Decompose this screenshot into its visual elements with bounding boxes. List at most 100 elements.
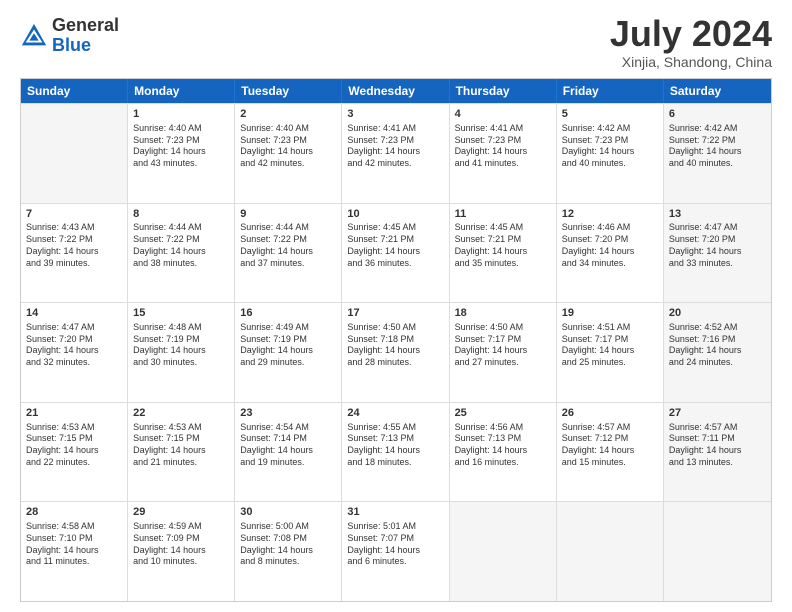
cell-info: Sunrise: 4:47 AM Sunset: 7:20 PM Dayligh… [669,222,766,269]
header-day-monday: Monday [128,79,235,103]
cell-info: Sunrise: 4:44 AM Sunset: 7:22 PM Dayligh… [133,222,229,269]
page: General Blue July 2024 Xinjia, Shandong,… [0,0,792,612]
cell-info: Sunrise: 4:57 AM Sunset: 7:12 PM Dayligh… [562,422,658,469]
calendar-cell-3-2: 23Sunrise: 4:54 AM Sunset: 7:14 PM Dayli… [235,403,342,502]
cell-info: Sunrise: 5:01 AM Sunset: 7:07 PM Dayligh… [347,521,443,568]
day-number: 20 [669,306,766,321]
calendar-row-3: 21Sunrise: 4:53 AM Sunset: 7:15 PM Dayli… [21,402,771,502]
calendar-cell-4-3: 31Sunrise: 5:01 AM Sunset: 7:07 PM Dayli… [342,502,449,601]
calendar-cell-2-6: 20Sunrise: 4:52 AM Sunset: 7:16 PM Dayli… [664,303,771,402]
day-number: 29 [133,505,229,520]
calendar-cell-1-2: 9Sunrise: 4:44 AM Sunset: 7:22 PM Daylig… [235,204,342,303]
calendar-cell-0-4: 4Sunrise: 4:41 AM Sunset: 7:23 PM Daylig… [450,104,557,203]
day-number: 28 [26,505,122,520]
calendar-row-0: 1 Sunrise: 4:40 AM Sunset: 7:23 PM Daylig… [21,103,771,203]
cell-info: Sunrise: 4:53 AM Sunset: 7:15 PM Dayligh… [26,422,122,469]
calendar-row-4: 28Sunrise: 4:58 AM Sunset: 7:10 PM Dayli… [21,501,771,601]
calendar-body: 1 Sunrise: 4:40 AM Sunset: 7:23 PM Daylig… [21,103,771,601]
calendar-cell-4-5 [557,502,664,601]
day-number: 2 [240,107,336,122]
header-day-thursday: Thursday [450,79,557,103]
cell-info: Sunrise: 4:46 AM Sunset: 7:20 PM Dayligh… [562,222,658,269]
calendar-header: SundayMondayTuesdayWednesdayThursdayFrid… [21,79,771,103]
day-number: 11 [455,207,551,222]
calendar-cell-1-3: 10Sunrise: 4:45 AM Sunset: 7:21 PM Dayli… [342,204,449,303]
calendar-cell-2-5: 19Sunrise: 4:51 AM Sunset: 7:17 PM Dayli… [557,303,664,402]
calendar-cell-0-0 [21,104,128,203]
calendar-cell-3-0: 21Sunrise: 4:53 AM Sunset: 7:15 PM Dayli… [21,403,128,502]
day-number: 30 [240,505,336,520]
cell-info: Sunrise: 4:45 AM Sunset: 7:21 PM Dayligh… [347,222,443,269]
day-number: 3 [347,107,443,122]
day-number: 19 [562,306,658,321]
logo: General Blue [20,16,119,56]
calendar-cell-4-1: 29Sunrise: 4:59 AM Sunset: 7:09 PM Dayli… [128,502,235,601]
calendar: SundayMondayTuesdayWednesdayThursdayFrid… [20,78,772,602]
cell-info: Sunrise: 4:58 AM Sunset: 7:10 PM Dayligh… [26,521,122,568]
day-number: 23 [240,406,336,421]
cell-info: Sunrise: 4:57 AM Sunset: 7:11 PM Dayligh… [669,422,766,469]
day-number: 10 [347,207,443,222]
calendar-cell-4-4 [450,502,557,601]
cell-info: Sunrise: 4:40 AM Sunset: 7:23 PM Dayligh… [240,123,336,170]
cell-info: Sunrise: 4:55 AM Sunset: 7:13 PM Dayligh… [347,422,443,469]
header-day-tuesday: Tuesday [235,79,342,103]
logo-blue: Blue [52,35,91,55]
cell-info: Sunrise: 4:48 AM Sunset: 7:19 PM Dayligh… [133,322,229,369]
day-number: 22 [133,406,229,421]
day-number: 6 [669,107,766,122]
calendar-cell-3-1: 22Sunrise: 4:53 AM Sunset: 7:15 PM Dayli… [128,403,235,502]
title-area: July 2024 Xinjia, Shandong, China [610,16,772,70]
calendar-cell-0-5: 5Sunrise: 4:42 AM Sunset: 7:23 PM Daylig… [557,104,664,203]
calendar-cell-0-6: 6Sunrise: 4:42 AM Sunset: 7:22 PM Daylig… [664,104,771,203]
calendar-cell-1-0: 7Sunrise: 4:43 AM Sunset: 7:22 PM Daylig… [21,204,128,303]
day-number: 1 [133,107,229,122]
cell-info: Sunrise: 4:41 AM Sunset: 7:23 PM Dayligh… [455,123,551,170]
day-number: 16 [240,306,336,321]
cell-info: Sunrise: 4:56 AM Sunset: 7:13 PM Dayligh… [455,422,551,469]
logo-text: General Blue [52,16,119,56]
calendar-cell-4-6 [664,502,771,601]
calendar-row-1: 7Sunrise: 4:43 AM Sunset: 7:22 PM Daylig… [21,203,771,303]
calendar-cell-3-4: 25Sunrise: 4:56 AM Sunset: 7:13 PM Dayli… [450,403,557,502]
day-number: 31 [347,505,443,520]
cell-info: Sunrise: 4:50 AM Sunset: 7:18 PM Dayligh… [347,322,443,369]
day-number: 8 [133,207,229,222]
day-number: 18 [455,306,551,321]
logo-icon [20,22,48,50]
calendar-cell-3-3: 24Sunrise: 4:55 AM Sunset: 7:13 PM Dayli… [342,403,449,502]
calendar-cell-4-2: 30Sunrise: 5:00 AM Sunset: 7:08 PM Dayli… [235,502,342,601]
day-number: 17 [347,306,443,321]
calendar-cell-2-3: 17Sunrise: 4:50 AM Sunset: 7:18 PM Dayli… [342,303,449,402]
calendar-cell-3-5: 26Sunrise: 4:57 AM Sunset: 7:12 PM Dayli… [557,403,664,502]
day-number: 7 [26,207,122,222]
day-number: 5 [562,107,658,122]
cell-info: Sunrise: 4:52 AM Sunset: 7:16 PM Dayligh… [669,322,766,369]
cell-info: Sunrise: 4:44 AM Sunset: 7:22 PM Dayligh… [240,222,336,269]
cell-info: Sunrise: 4:59 AM Sunset: 7:09 PM Dayligh… [133,521,229,568]
day-number: 26 [562,406,658,421]
cell-info: Sunrise: 4:49 AM Sunset: 7:19 PM Dayligh… [240,322,336,369]
day-number: 13 [669,207,766,222]
day-number: 9 [240,207,336,222]
day-number: 21 [26,406,122,421]
calendar-cell-2-2: 16Sunrise: 4:49 AM Sunset: 7:19 PM Dayli… [235,303,342,402]
calendar-cell-4-0: 28Sunrise: 4:58 AM Sunset: 7:10 PM Dayli… [21,502,128,601]
day-number: 15 [133,306,229,321]
calendar-cell-0-1: 1Sunrise: 4:40 AM Sunset: 7:23 PM Daylig… [128,104,235,203]
calendar-cell-2-0: 14Sunrise: 4:47 AM Sunset: 7:20 PM Dayli… [21,303,128,402]
month-title: July 2024 [610,16,772,52]
day-number: 27 [669,406,766,421]
cell-info: Sunrise: 4:50 AM Sunset: 7:17 PM Dayligh… [455,322,551,369]
day-number: 25 [455,406,551,421]
header-day-wednesday: Wednesday [342,79,449,103]
cell-info: Sunrise: 4:43 AM Sunset: 7:22 PM Dayligh… [26,222,122,269]
calendar-cell-1-1: 8Sunrise: 4:44 AM Sunset: 7:22 PM Daylig… [128,204,235,303]
calendar-cell-1-4: 11Sunrise: 4:45 AM Sunset: 7:21 PM Dayli… [450,204,557,303]
calendar-cell-0-2: 2Sunrise: 4:40 AM Sunset: 7:23 PM Daylig… [235,104,342,203]
header-day-friday: Friday [557,79,664,103]
cell-info: Sunrise: 4:53 AM Sunset: 7:15 PM Dayligh… [133,422,229,469]
day-number: 24 [347,406,443,421]
calendar-row-2: 14Sunrise: 4:47 AM Sunset: 7:20 PM Dayli… [21,302,771,402]
day-number: 14 [26,306,122,321]
